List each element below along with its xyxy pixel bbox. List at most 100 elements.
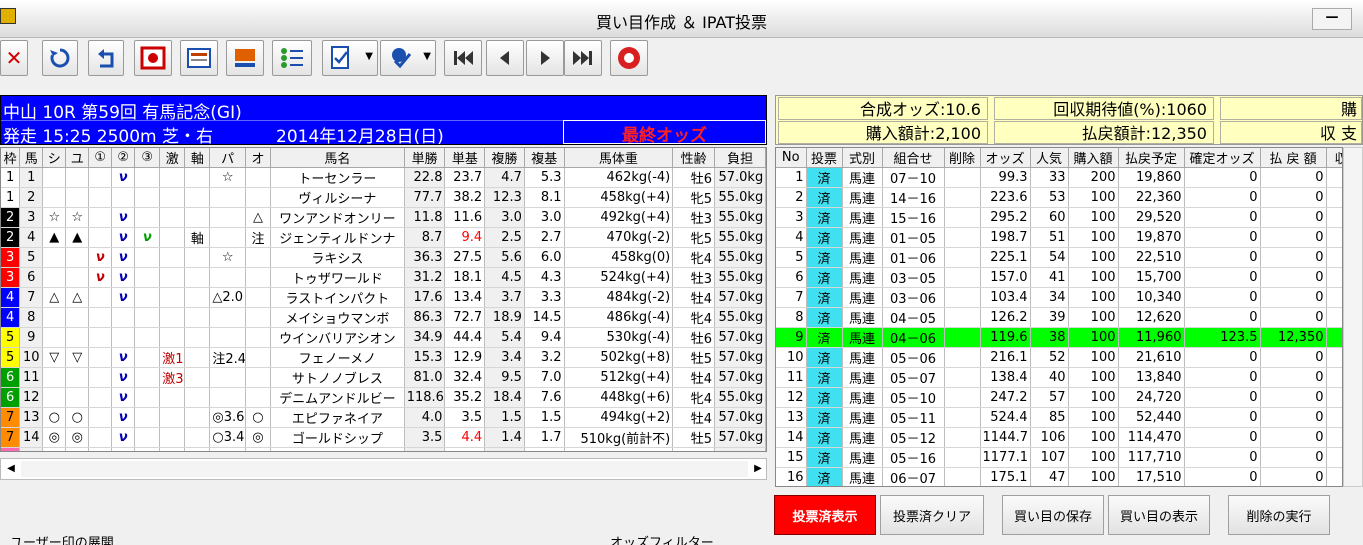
show-bets-button[interactable]: 買い目の表示	[1108, 495, 1210, 535]
user-marks-label[interactable]: ユーザー印の展開	[10, 532, 114, 545]
horse-row[interactable]: 3 6 ν ν トゥザワールド 31.2 18.1 4.5 4.3 524kg(+4) 牡3 55.0…	[1, 267, 766, 288]
horizontal-scrollbar[interactable]: ◀ ▶	[0, 458, 767, 480]
bet-cell	[944, 307, 981, 328]
horse-cell: 3.2	[524, 347, 565, 368]
horse-row[interactable]: 5 9 ウインバリアシオン 34.9 44.4 5.4 9.4 530kg(-4) 牡6 57.0…	[1, 327, 766, 348]
return-icon[interactable]	[88, 40, 124, 76]
close-icon[interactable]: ✕	[0, 40, 28, 76]
bet-row[interactable]: 6 済馬連 03－05 157.0 41 100 15,700 0 0	[776, 267, 1342, 288]
horse-row[interactable]: 6 11 ν 激3 サトノノブレス 81.0 32.4 9.5 7.0 512kg(+4) 牡4 57…	[1, 367, 766, 388]
paddock-icon[interactable]	[226, 40, 264, 76]
bet-col-header[interactable]: 投票	[806, 148, 843, 168]
horse-cell: 牝5	[672, 187, 716, 208]
scroll-track[interactable]	[21, 461, 748, 477]
scroll-right-icon[interactable]: ▶	[749, 461, 767, 477]
checklist-icon[interactable]: ▼	[322, 40, 378, 76]
horse-row[interactable]: 5 10 ▽ ▽ ν 激1 注2.4 フェノーメノ 15.3 12.9 3.4 3.2 502kg(+8…	[1, 347, 766, 368]
minimize-button[interactable]: —	[1312, 8, 1352, 30]
horse-col-header[interactable]: シ	[42, 148, 67, 168]
execute-delete-button[interactable]: 削除の実行	[1228, 495, 1330, 535]
bet-col-header[interactable]: 人気	[1030, 148, 1069, 168]
clear-voted-button[interactable]: 投票済クリア	[880, 495, 984, 535]
bet-col-header[interactable]: 払戻予定	[1118, 148, 1185, 168]
bet-row[interactable]: 9済馬連04－06 119.63810011,960123.512,3501	[776, 327, 1342, 348]
scroll-left-icon[interactable]: ◀	[2, 461, 20, 477]
bet-cell	[944, 227, 981, 248]
horse-col-header[interactable]: 複勝	[484, 148, 525, 168]
bet-row[interactable]: 2 済馬連 14－16 223.6 53 100 22,360 0 0	[776, 187, 1342, 208]
bet-cell: 22,510	[1118, 247, 1185, 268]
bet-row[interactable]: 13 済馬連 05－11 524.4 85 100 52,440 0 0	[776, 407, 1342, 428]
bet-cell: 馬連	[842, 227, 883, 248]
horse-col-header[interactable]: 単勝	[404, 148, 446, 168]
horse-cell: 6	[19, 267, 44, 288]
next-icon[interactable]	[526, 40, 564, 76]
bet-cell: 100	[1068, 387, 1119, 408]
horse-col-header[interactable]: 馬体重	[564, 148, 674, 168]
bet-row[interactable]: 5 済馬連 01－06 225.1 54 100 22,510 0 0	[776, 247, 1342, 268]
horse-row[interactable]: 35 νν ☆ ラキシス36.327.55.66.0458kg(0)牝455.0kgC	[1, 247, 766, 268]
vertical-scrollbar[interactable]	[1343, 147, 1363, 487]
first-record-icon[interactable]	[444, 40, 482, 76]
bet-row[interactable]: 3 済馬連 15－16 295.2 60 100 29,520 0 0	[776, 207, 1342, 228]
refresh-icon[interactable]	[42, 40, 78, 76]
newspaper-icon[interactable]	[180, 40, 218, 76]
bet-col-header[interactable]: 確定オッズ	[1184, 148, 1261, 168]
horse-row[interactable]: 6 12 ν デニムアンドルビー 118.6 35.2 18.4 7.6 448kg(+6) 牝4…	[1, 387, 766, 408]
horse-row[interactable]: 1 2 ヴィルシーナ 77.7 38.2 12.3 8.1 458kg(+4) 牝5 55.0kg…	[1, 187, 766, 208]
horse-col-header[interactable]: 軸	[184, 148, 211, 168]
horse-col-header[interactable]: 枠	[1, 148, 21, 168]
horse-col-header[interactable]: ③	[134, 148, 161, 168]
bet-row[interactable]: 10 済馬連 05－06 216.1 52 100 21,610 0 0	[776, 347, 1342, 368]
horse-col-header[interactable]: ②	[111, 148, 136, 168]
horse-col-header[interactable]: 負担	[714, 148, 766, 168]
ipat-icon[interactable]	[610, 40, 648, 76]
bet-col-header[interactable]: 払 戻 額	[1260, 148, 1327, 168]
vote-check-icon[interactable]: ▼	[380, 40, 436, 76]
horse-cell: 13.4	[444, 287, 486, 308]
bet-row[interactable]: 1 済馬連 07－10 99.3 33 200 19,860 0 0	[776, 167, 1342, 188]
horse-col-header[interactable]: 単基	[444, 148, 486, 168]
horse-row[interactable]: 7 14 ◎ ◎ ν ○3.4 ◎ ゴールドシップ 3.5 4.4 1.4 1.7 510kg(前計不)…	[1, 427, 766, 448]
horse-col-header[interactable]: ユ	[65, 148, 90, 168]
bet-col-header[interactable]: 収	[1326, 148, 1342, 168]
bet-row[interactable]: 15 済馬連 05－16 1177.1 107 100 117,710 0 0	[776, 447, 1342, 468]
horse-row[interactable]: 7 13 ○ ○ ν ◎3.6 ○ エピファネイア 4.0 3.5 1.5 1.5 494kg(+2) 牡…	[1, 407, 766, 428]
bet-col-header[interactable]: 組合せ	[882, 148, 945, 168]
last-record-icon[interactable]	[564, 40, 602, 76]
bet-col-header[interactable]: No	[776, 148, 807, 168]
horse-col-header[interactable]: 馬名	[270, 148, 405, 168]
bet-cell: 1	[776, 167, 807, 188]
horse-row[interactable]: 4 7 △ △ ν △2.0 ラストインパクト 17.6 13.4 3.7 3.3 484kg(-2)…	[1, 287, 766, 308]
horse-row[interactable]: 1 1 ν ☆ トーセンラー 22.8 23.7 4.7 5.3 462kg(-4) 牡6 57.0k…	[1, 167, 766, 188]
bet-col-header[interactable]: オッズ	[980, 148, 1031, 168]
bet-row[interactable]: 12 済馬連 05－10 247.2 57 100 24,720 0 0	[776, 387, 1342, 408]
bet-row[interactable]: 14 済馬連 05－12 1144.7 106 100 114,470 0 0	[776, 427, 1342, 448]
bet-col-header[interactable]: 削除	[944, 148, 981, 168]
race-card-icon[interactable]	[134, 40, 172, 76]
horse-row[interactable]: 2 4 ▲ ▲ ν ν 軸注ジェンティルドンナ 8.7 9.4 2.5 2.7 470kg(-2) 牝5…	[1, 227, 766, 248]
bet-col-header[interactable]: 購入額	[1068, 148, 1119, 168]
save-bets-button[interactable]: 買い目の保存	[1002, 495, 1104, 535]
horse-col-header[interactable]: オ	[245, 148, 271, 168]
horse-col-header[interactable]: ①	[88, 148, 113, 168]
horse-row[interactable]: 4 8 メイショウマンボ 86.3 72.7 18.9 14.5 486kg(-4) 牝4 55.…	[1, 307, 766, 328]
bet-row[interactable]: 8 済馬連 04－05 126.2 39 100 12,620 0 0	[776, 307, 1342, 328]
horse-col-header[interactable]: 複基	[524, 148, 565, 168]
previous-icon[interactable]	[486, 40, 524, 76]
bet-row[interactable]: 7 済馬連 03－06 103.4 34 100 10,340 0 0	[776, 287, 1342, 308]
bet-cell	[1326, 207, 1342, 228]
horse-row[interactable]: 2 3 ☆ ☆ ν △ ワンアンドオンリー 11.8 11.6 3.0 3.0 492kg(+4) 牡3…	[1, 207, 766, 228]
ranked-list-icon[interactable]	[272, 40, 312, 76]
horse-row[interactable]: 815注注ν▲3.3▲ジャスタウェイ4.65.11.51.8504kg(+6)牡…	[1, 447, 766, 451]
horse-col-header[interactable]: パ	[209, 148, 246, 168]
odds-filter-label[interactable]: オッズフィルター	[610, 532, 714, 545]
bet-row[interactable]: 11 済馬連 05－07 138.4 40 100 13,840 0 0	[776, 367, 1342, 388]
show-voted-button[interactable]: 投票済表示	[774, 495, 876, 535]
horse-col-header[interactable]: 性齢	[672, 148, 716, 168]
horse-col-header[interactable]: 激	[159, 148, 186, 168]
bet-row[interactable]: 4 済馬連 01－05 198.7 51 100 19,870 0 0	[776, 227, 1342, 248]
bet-col-header[interactable]: 式別	[842, 148, 883, 168]
bet-row[interactable]: 16 済馬連 06－07 175.1 47 100 17,510 0 0	[776, 467, 1342, 486]
horse-col-header[interactable]: 馬	[19, 148, 44, 168]
